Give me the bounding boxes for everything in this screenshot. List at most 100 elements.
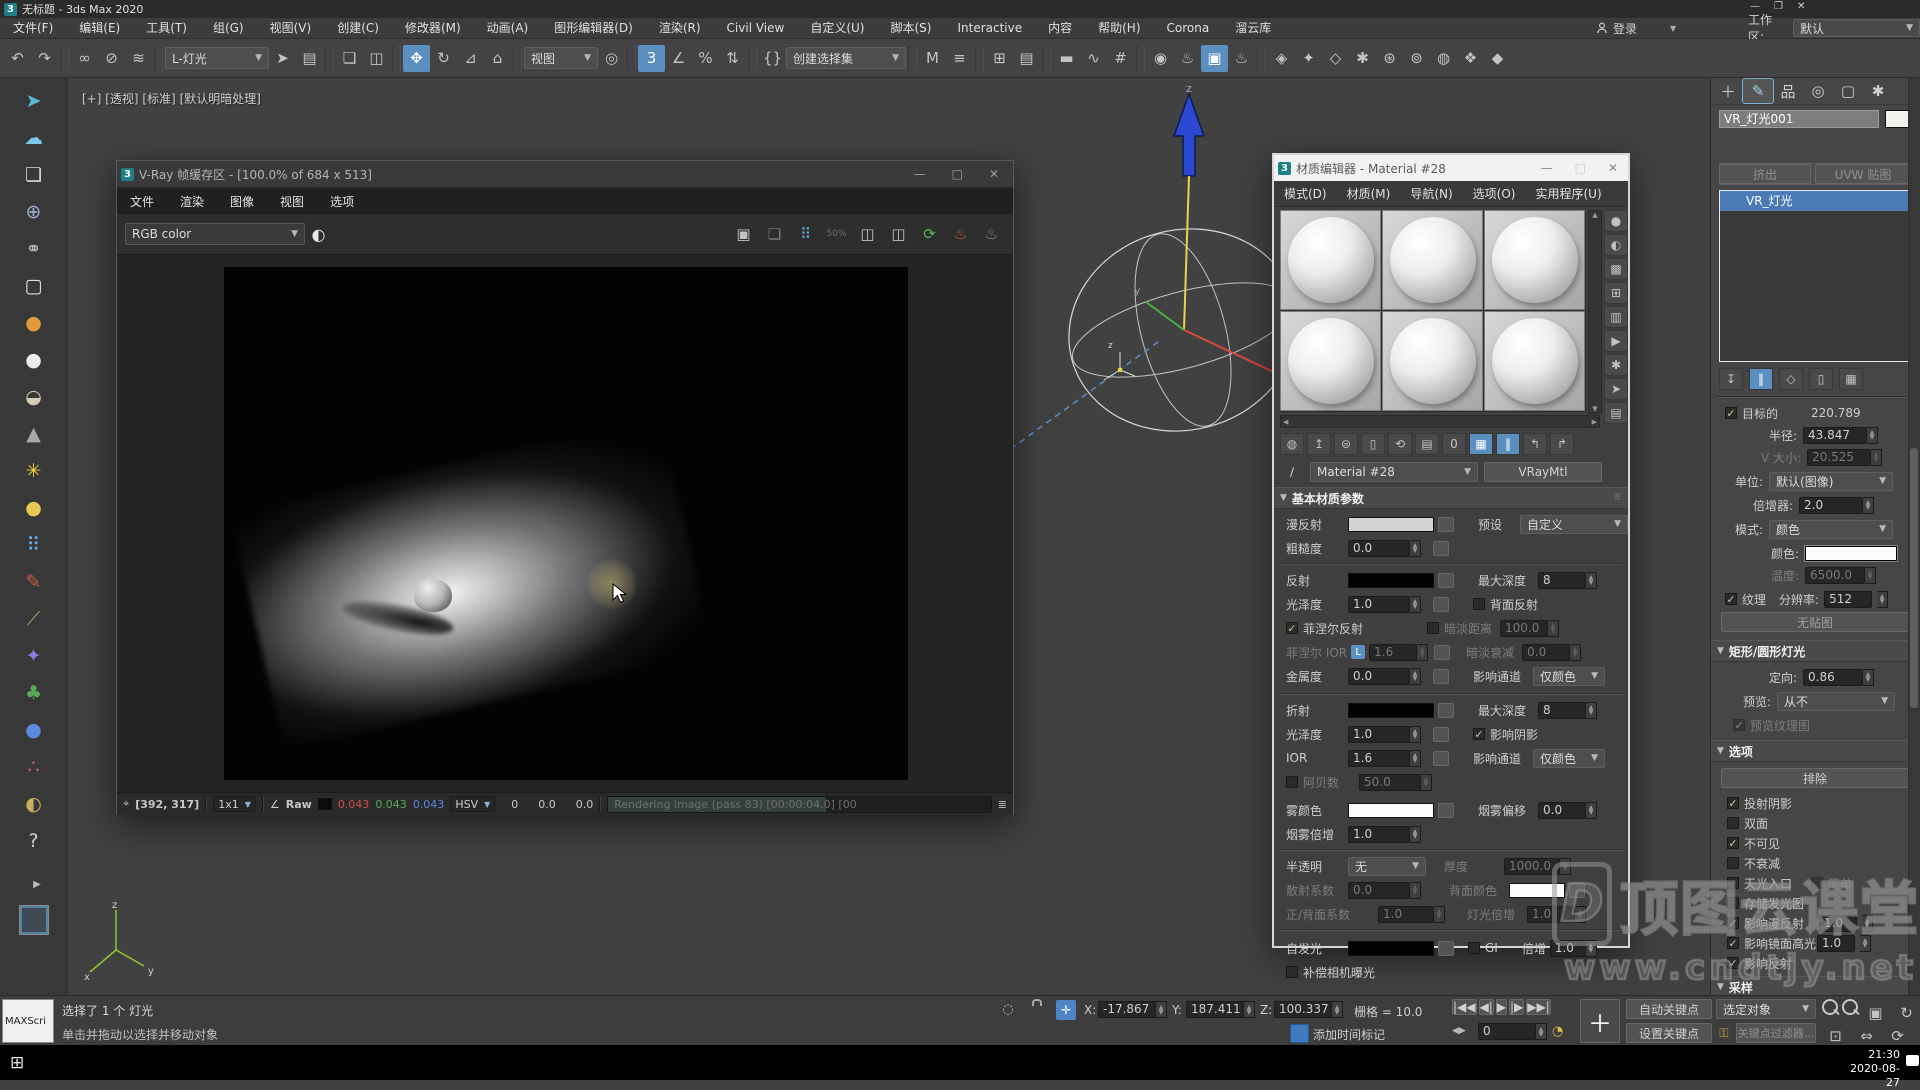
menu-item[interactable]: 内容: [1035, 18, 1085, 38]
video-color-check-icon[interactable]: ▥: [1604, 306, 1628, 328]
separator[interactable]: [908, 45, 917, 72]
spinner[interactable]: ▲▼: [1863, 669, 1874, 686]
me-menu-item[interactable]: 材质(M): [1337, 185, 1401, 202]
refract-gloss-field[interactable]: 1.0: [1348, 726, 1410, 743]
roughness-field[interactable]: 0.0: [1348, 540, 1410, 557]
metalness-field[interactable]: 0.0: [1348, 668, 1410, 685]
affect-specular-checkbox[interactable]: ✓: [1727, 937, 1739, 949]
separator[interactable]: [1136, 45, 1145, 72]
fresnel-ior-lock-button[interactable]: L: [1351, 645, 1365, 659]
refresh-icon[interactable]: ⟳: [916, 221, 943, 248]
pixel-zoom-select[interactable]: 1x1▼: [213, 796, 256, 812]
material-slot[interactable]: [1484, 311, 1585, 411]
select-by-name-icon[interactable]: ▤: [296, 45, 323, 72]
material-editor-icon[interactable]: ◉: [1147, 45, 1174, 72]
self-mult-field[interactable]: 1.0: [1550, 940, 1586, 957]
select-object-icon[interactable]: ➤: [269, 45, 296, 72]
fog-color-swatch[interactable]: [1348, 803, 1434, 818]
notification-chat-icon[interactable]: [1906, 1055, 1919, 1066]
material-id-icon[interactable]: 0: [1442, 433, 1466, 455]
affect-specular-field[interactable]: 1.0: [1817, 935, 1855, 952]
back-color-swatch[interactable]: [1509, 883, 1565, 898]
me-menu-item[interactable]: 实用程序(U): [1525, 185, 1611, 202]
show-map-in-viewport-icon[interactable]: ▦: [1469, 433, 1493, 455]
snap-toggle-3d-icon[interactable]: 3: [638, 45, 665, 72]
menu-item[interactable]: 组(G): [200, 18, 257, 38]
separator[interactable]: [748, 45, 757, 72]
directionality-field[interactable]: 0.86: [1803, 669, 1863, 686]
resize-50-icon[interactable]: 50%: [823, 221, 850, 248]
refract-affect-select[interactable]: 仅颜色▼: [1533, 749, 1605, 768]
me-minimize-button[interactable]: —: [1541, 161, 1553, 175]
separator[interactable]: [1042, 45, 1051, 72]
y-coordinate-field[interactable]: 187.411: [1186, 1001, 1244, 1018]
self-illum-swatch[interactable]: [1348, 941, 1434, 956]
spinner[interactable]: ▲▼: [1410, 726, 1421, 743]
workspace-select[interactable]: 默认▼: [1793, 19, 1920, 37]
material-slot[interactable]: [1484, 210, 1585, 310]
affect-diffuse-checkbox[interactable]: ✓: [1727, 917, 1739, 929]
fog-map-button[interactable]: [1438, 803, 1454, 818]
compare-a-icon[interactable]: ◫: [854, 221, 881, 248]
left-tool-pick-icon[interactable]: ⟋: [15, 600, 53, 637]
preset-select[interactable]: 自定义▼: [1520, 515, 1628, 534]
vfb-menu-item[interactable]: 视图: [267, 193, 317, 210]
me-maximize-button[interactable]: □: [1575, 161, 1586, 175]
separator[interactable]: [154, 45, 163, 72]
key-filters-button[interactable]: 关键点过滤器...: [1736, 1023, 1816, 1043]
translucency-select[interactable]: 无▼: [1348, 857, 1426, 876]
rect-circle-light-rollout[interactable]: ▼矩形/圆形灯光⠿: [1711, 640, 1920, 662]
selection-filter-select[interactable]: L-灯光▼: [165, 47, 269, 69]
spinner[interactable]: ▲▼: [1862, 915, 1873, 932]
separator[interactable]: [513, 45, 522, 72]
next-frame-icon[interactable]: |▶: [1509, 999, 1524, 1015]
plugin-icon-7[interactable]: ◍: [1430, 45, 1457, 72]
go-to-end-icon[interactable]: ▶▶|: [1526, 999, 1551, 1015]
reflect-gloss-field[interactable]: 1.0: [1348, 596, 1410, 613]
delete-map-icon[interactable]: ▯: [1361, 433, 1385, 455]
rectangular-selection-icon[interactable]: ❏: [336, 45, 363, 72]
taskbar-clock[interactable]: 21:30 2020-08-27: [1844, 1048, 1900, 1090]
affect-channels-select[interactable]: 仅颜色▼: [1533, 667, 1605, 686]
color-space-select[interactable]: HSV▼: [450, 796, 495, 812]
menu-item[interactable]: 动画(A): [474, 18, 542, 38]
spinner[interactable]: ▲▼: [1410, 750, 1421, 767]
configure-modifier-sets-icon[interactable]: ▦: [1839, 368, 1863, 390]
ior-map-button[interactable]: [1433, 751, 1449, 766]
scroll-right-icon[interactable]: ▶: [1592, 418, 1597, 426]
object-color-swatch[interactable]: [1885, 110, 1909, 128]
get-material-icon[interactable]: ◍: [1280, 433, 1304, 455]
scroll-up-icon[interactable]: ▲: [1589, 211, 1601, 219]
separator[interactable]: [975, 45, 984, 72]
no-decay-checkbox[interactable]: ✓: [1727, 857, 1739, 869]
menu-item[interactable]: 修改器(M): [392, 18, 474, 38]
window-crossing-icon[interactable]: ◫: [363, 45, 390, 72]
key-filter-icon[interactable]: ⚿: [1716, 1025, 1732, 1041]
skylight-portal-checkbox[interactable]: ✓: [1727, 877, 1739, 889]
material-slot[interactable]: [1382, 210, 1483, 310]
preview-select[interactable]: 从不▼: [1777, 692, 1895, 711]
affect-diffuse-field[interactable]: 1.0: [1819, 915, 1857, 932]
spinner[interactable]: ▲▼: [1586, 702, 1597, 719]
spinner[interactable]: ▲▼: [1863, 497, 1874, 514]
separator[interactable]: [392, 45, 401, 72]
select-and-scale-icon[interactable]: ⊿: [457, 45, 484, 72]
diffuse-map-button[interactable]: [1438, 517, 1454, 532]
invisible-checkbox[interactable]: ✓: [1727, 837, 1739, 849]
me-menu-item[interactable]: 导航(N): [1400, 185, 1462, 202]
spinner[interactable]: ▲▼: [1860, 935, 1871, 952]
material-map-navigator-icon[interactable]: ▤: [1604, 402, 1628, 424]
set-key-button[interactable]: 设置关键点: [1626, 1023, 1712, 1043]
basic-params-rollout[interactable]: ▼基本材质参数⠿: [1274, 487, 1628, 509]
go-to-sibling-icon[interactable]: ↱: [1550, 433, 1574, 455]
align-icon[interactable]: ≡: [946, 45, 973, 72]
vfb-close-button[interactable]: ✕: [989, 167, 999, 181]
windows-start-button[interactable]: ⊞: [10, 1053, 24, 1073]
units-select[interactable]: 默认(图像)▼: [1769, 472, 1893, 491]
backlight-icon[interactable]: ◐: [1604, 234, 1628, 256]
plugin-icon-5[interactable]: ⊛: [1376, 45, 1403, 72]
material-slot[interactable]: [1382, 311, 1483, 411]
ribbon-toggle-icon[interactable]: ▬: [1053, 45, 1080, 72]
select-and-rotate-icon[interactable]: ↻: [430, 45, 457, 72]
menu-item[interactable]: 文件(F): [0, 18, 66, 38]
